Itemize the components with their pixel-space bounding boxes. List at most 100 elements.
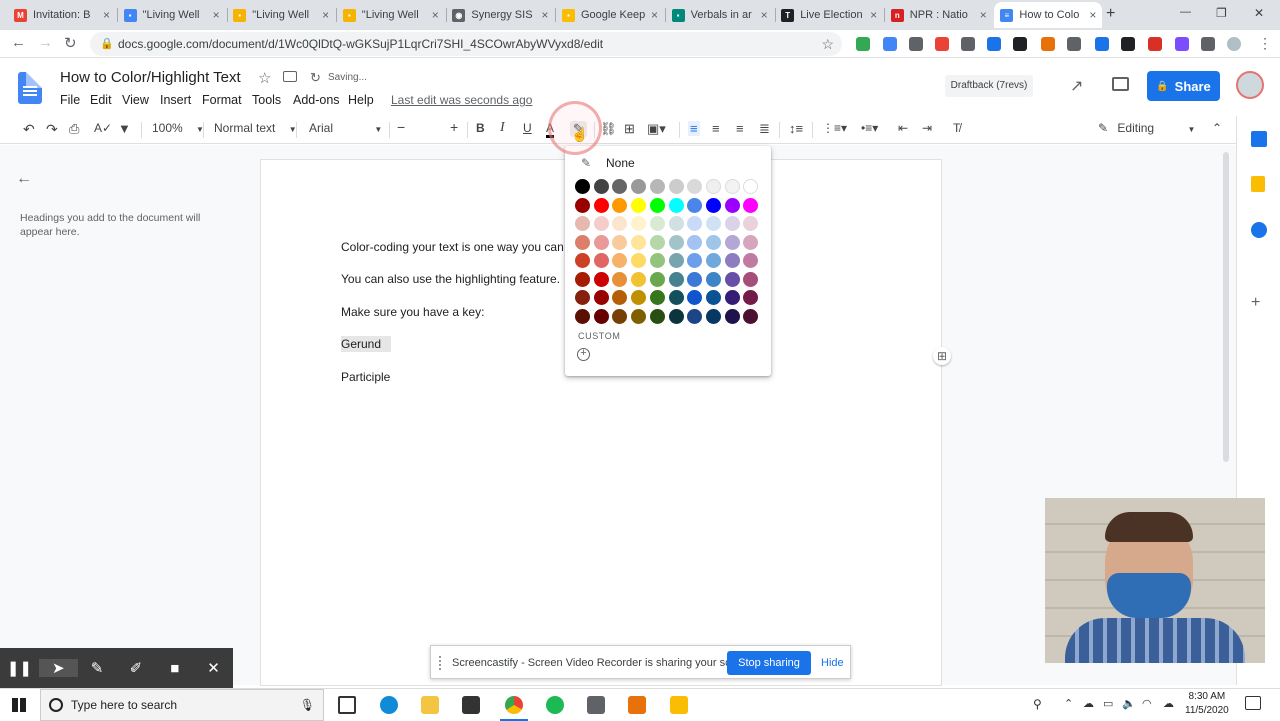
color-swatch[interactable] — [724, 197, 740, 213]
color-swatch[interactable] — [668, 197, 684, 213]
color-swatch[interactable] — [724, 271, 740, 287]
cloud-sync-icon[interactable]: ☁ — [1163, 697, 1174, 710]
align-center-icon[interactable]: ≡ — [712, 121, 720, 136]
bold-button[interactable]: B — [476, 121, 485, 135]
spotify-icon[interactable] — [546, 696, 564, 714]
color-swatch[interactable] — [593, 308, 609, 324]
color-swatch[interactable] — [649, 271, 665, 287]
color-swatch[interactable] — [593, 271, 609, 287]
color-swatch[interactable] — [649, 216, 665, 231]
extension-screencastify-icon[interactable] — [1148, 37, 1162, 51]
share-button[interactable]: 🔒 Share — [1147, 71, 1220, 101]
increase-indent-icon[interactable]: ⇥ — [922, 121, 932, 135]
color-swatch[interactable] — [743, 308, 759, 324]
color-swatch[interactable] — [649, 197, 665, 213]
last-edit-link[interactable]: Last edit was seconds ago — [391, 93, 532, 107]
color-swatch[interactable] — [743, 179, 759, 194]
editing-mode-select[interactable]: ✎ Editing ▼ — [1098, 121, 1195, 135]
color-swatch[interactable] — [743, 271, 759, 287]
browser-tab-7[interactable]: ▪ Verbals in ar × — [666, 2, 774, 28]
clear-formatting-icon[interactable]: T̸ — [953, 121, 960, 135]
wifi-icon[interactable]: ◠ — [1142, 697, 1152, 710]
tab-close-icon[interactable]: × — [761, 8, 768, 22]
color-swatch[interactable] — [593, 253, 609, 268]
extension-orange-icon[interactable] — [1041, 37, 1055, 51]
body-line-3[interactable]: Make sure you have a key: — [341, 305, 484, 319]
color-swatch[interactable] — [575, 179, 590, 194]
insert-image-icon[interactable]: ▣▾ — [647, 121, 666, 137]
increase-font-size-icon[interactable]: + — [450, 119, 458, 135]
microphone-icon[interactable]: 🎙 — [300, 698, 315, 712]
color-swatch[interactable] — [593, 197, 609, 213]
edge-icon[interactable] — [380, 696, 398, 714]
browser-tab-3[interactable]: ▪ "Living Well × — [227, 2, 335, 28]
checklist-icon[interactable]: ⋮≡▾ — [822, 121, 847, 135]
color-swatch[interactable] — [612, 216, 628, 231]
color-swatch[interactable] — [612, 179, 628, 194]
color-swatch[interactable] — [649, 290, 665, 305]
color-swatch[interactable] — [705, 216, 721, 231]
outline-back-arrow-icon[interactable]: ← — [16, 170, 32, 188]
extension-check-icon[interactable] — [987, 37, 1001, 51]
color-swatch[interactable] — [687, 179, 703, 194]
color-swatch[interactable] — [631, 234, 647, 250]
color-swatch[interactable] — [743, 253, 759, 268]
tab-close-icon[interactable]: × — [541, 8, 548, 22]
browser-tab-4[interactable]: ▪ "Living Well × — [337, 2, 445, 28]
color-swatch[interactable] — [649, 234, 665, 250]
security-icon[interactable] — [587, 696, 605, 714]
extension-gear-icon[interactable] — [1175, 37, 1189, 51]
color-swatch[interactable] — [631, 290, 647, 305]
extensions-puzzle-icon[interactable] — [1201, 37, 1215, 51]
notifications-icon[interactable] — [1245, 696, 1261, 710]
browser-tab-8[interactable]: T Live Election × — [775, 2, 883, 28]
highlight-none-option[interactable]: None — [606, 156, 635, 170]
extension-drive-icon[interactable] — [883, 37, 897, 51]
color-swatch[interactable] — [668, 179, 684, 194]
calendar-icon[interactable] — [1251, 131, 1267, 147]
tray-chevron-up-icon[interactable]: ⌃ — [1064, 697, 1073, 710]
color-swatch[interactable] — [631, 179, 647, 194]
collapse-menus-chevron-up-icon[interactable]: ⌃ — [1212, 121, 1222, 135]
color-swatch[interactable] — [649, 253, 665, 268]
bookmark-star-icon[interactable]: ☆ — [821, 32, 834, 56]
color-swatch[interactable] — [593, 234, 609, 250]
store-icon[interactable] — [462, 696, 480, 714]
extension-ct-icon[interactable] — [1013, 37, 1027, 51]
color-swatch[interactable] — [687, 290, 703, 305]
extension-calendar-icon[interactable] — [1095, 37, 1109, 51]
keep-icon[interactable] — [1251, 176, 1265, 192]
windows-start-icon[interactable] — [12, 698, 26, 712]
body-line-2[interactable]: You can also use the highlighting featur… — [341, 272, 560, 286]
undo-icon[interactable]: ↶ — [23, 121, 35, 138]
color-swatch[interactable] — [649, 179, 665, 194]
pause-icon[interactable]: ❚❚ — [0, 659, 39, 677]
browser-tab-9[interactable]: n NPR : Natio × — [885, 2, 993, 28]
color-swatch[interactable] — [687, 234, 703, 250]
docs-logo-icon[interactable] — [18, 72, 42, 104]
color-swatch[interactable] — [575, 308, 590, 324]
file-explorer-icon[interactable] — [421, 696, 439, 714]
browser-tab-5[interactable]: ◉ Synergy SIS × — [446, 2, 554, 28]
add-custom-color-plus-icon[interactable]: + — [577, 348, 590, 361]
color-swatch[interactable] — [743, 197, 759, 213]
color-swatch[interactable] — [575, 234, 590, 250]
taskbar-search-box[interactable]: Type here to search 🎙 — [40, 689, 324, 721]
tab-close-icon[interactable]: × — [870, 8, 877, 22]
tab-close-icon[interactable]: × — [322, 8, 329, 22]
bulleted-list-icon[interactable]: •≡▾ — [861, 121, 878, 135]
comment-icon[interactable] — [1112, 77, 1129, 91]
align-left-icon[interactable]: ≡ — [688, 121, 700, 136]
color-swatch[interactable] — [593, 216, 609, 231]
color-swatch[interactable] — [724, 234, 740, 250]
drag-handle-icon[interactable] — [439, 656, 443, 670]
color-swatch[interactable] — [668, 216, 684, 231]
new-tab-button[interactable]: + — [1106, 5, 1115, 23]
add-addon-plus-icon[interactable]: + — [1251, 294, 1260, 312]
color-swatch[interactable] — [705, 179, 721, 194]
menu-tools[interactable]: Tools — [252, 93, 281, 107]
color-swatch[interactable] — [631, 308, 647, 324]
color-swatch[interactable] — [575, 197, 590, 213]
color-swatch[interactable] — [705, 271, 721, 287]
redo-icon[interactable]: ↷ — [46, 121, 58, 138]
